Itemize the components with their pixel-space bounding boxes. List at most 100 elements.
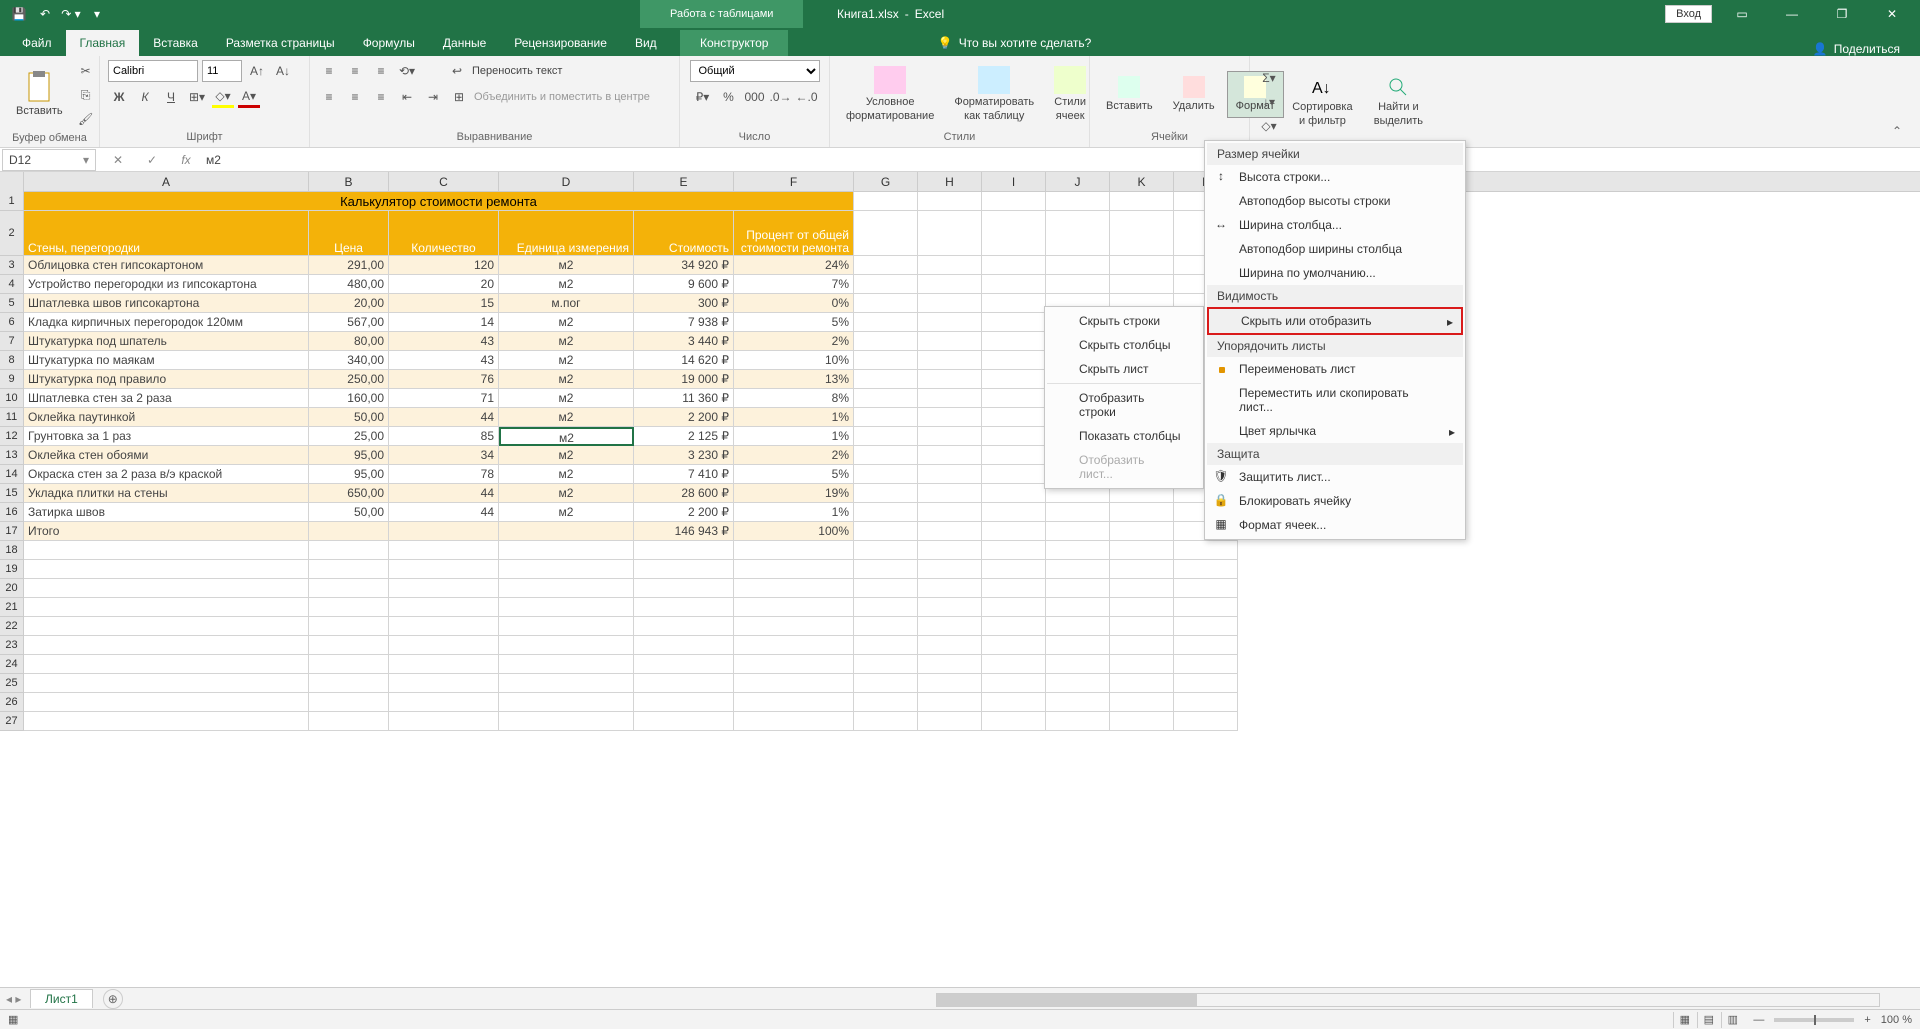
- redo-icon[interactable]: ↷ ▾: [60, 3, 82, 25]
- cell[interactable]: [982, 192, 1046, 211]
- cell[interactable]: [982, 332, 1046, 351]
- cell[interactable]: [918, 332, 982, 351]
- cell[interactable]: [918, 313, 982, 332]
- cell[interactable]: [1110, 579, 1174, 598]
- zoom-slider[interactable]: [1774, 1018, 1854, 1022]
- cell[interactable]: 14 620 ₽: [634, 351, 734, 370]
- cell[interactable]: [854, 541, 918, 560]
- cell[interactable]: 5%: [734, 313, 854, 332]
- cell[interactable]: [918, 503, 982, 522]
- cell[interactable]: [918, 579, 982, 598]
- cell[interactable]: [24, 541, 309, 560]
- cell[interactable]: 78: [389, 465, 499, 484]
- cell[interactable]: [1046, 674, 1110, 693]
- column-header-E[interactable]: Стоимость: [634, 211, 734, 256]
- decrease-indent-icon[interactable]: ⇤: [396, 86, 418, 108]
- ctx-hide-rows[interactable]: Скрыть строки: [1047, 309, 1201, 333]
- enter-icon[interactable]: ✓: [140, 149, 164, 171]
- insert-cells-button[interactable]: Вставить: [1098, 72, 1161, 117]
- row-header[interactable]: 24: [0, 655, 24, 674]
- cell[interactable]: м2: [499, 503, 634, 522]
- cell[interactable]: [1110, 655, 1174, 674]
- cell[interactable]: [734, 617, 854, 636]
- find-select-button[interactable]: Найти и выделить: [1365, 71, 1432, 131]
- collapse-ribbon-icon[interactable]: ⌃: [1892, 124, 1912, 144]
- cell[interactable]: [918, 598, 982, 617]
- cell[interactable]: [24, 712, 309, 731]
- cell[interactable]: 3 230 ₽: [634, 446, 734, 465]
- cell[interactable]: [1174, 712, 1238, 731]
- cell[interactable]: [854, 636, 918, 655]
- cell[interactable]: [24, 674, 309, 693]
- cell[interactable]: Оклейка стен обоями: [24, 446, 309, 465]
- cell[interactable]: [918, 408, 982, 427]
- fill-color-icon[interactable]: ◇▾: [212, 86, 234, 108]
- row-header[interactable]: 17: [0, 522, 24, 541]
- cell[interactable]: 7%: [734, 275, 854, 294]
- cell[interactable]: [24, 693, 309, 712]
- row-header[interactable]: 14: [0, 465, 24, 484]
- cell[interactable]: [982, 503, 1046, 522]
- cell[interactable]: [982, 636, 1046, 655]
- cell[interactable]: [918, 192, 982, 211]
- cell[interactable]: [634, 617, 734, 636]
- menu-autofit-col[interactable]: Автоподбор ширины столбца: [1207, 237, 1463, 261]
- cell[interactable]: [1174, 674, 1238, 693]
- cell[interactable]: м.пог: [499, 294, 634, 313]
- page-break-view-icon[interactable]: ▥: [1721, 1012, 1743, 1028]
- currency-icon[interactable]: ₽▾: [692, 86, 714, 108]
- page-layout-view-icon[interactable]: ▤: [1697, 1012, 1719, 1028]
- cell[interactable]: [982, 389, 1046, 408]
- font-size-select[interactable]: [202, 60, 242, 82]
- cell[interactable]: [1174, 579, 1238, 598]
- row-header[interactable]: 7: [0, 332, 24, 351]
- cell[interactable]: [24, 617, 309, 636]
- cell[interactable]: [634, 579, 734, 598]
- row-header[interactable]: 10: [0, 389, 24, 408]
- cell[interactable]: [854, 192, 918, 211]
- cell[interactable]: 85: [389, 427, 499, 446]
- cell[interactable]: [1110, 598, 1174, 617]
- cell[interactable]: [389, 693, 499, 712]
- cell[interactable]: [634, 655, 734, 674]
- cell[interactable]: [1046, 560, 1110, 579]
- cell[interactable]: 0%: [734, 294, 854, 313]
- orientation-icon[interactable]: ⟲▾: [396, 60, 418, 82]
- cell[interactable]: [1046, 636, 1110, 655]
- cell[interactable]: [982, 674, 1046, 693]
- row-header[interactable]: 11: [0, 408, 24, 427]
- cell[interactable]: 480,00: [309, 275, 389, 294]
- cell[interactable]: [982, 211, 1046, 256]
- cell[interactable]: [982, 465, 1046, 484]
- paste-button[interactable]: Вставить: [8, 67, 71, 122]
- record-macro-icon[interactable]: ▦: [8, 1013, 18, 1026]
- qat-customize-icon[interactable]: ▾: [86, 3, 108, 25]
- cell[interactable]: м2: [499, 332, 634, 351]
- minimize-icon[interactable]: —: [1772, 3, 1812, 25]
- autosum-icon[interactable]: Σ▾: [1258, 67, 1280, 89]
- cell[interactable]: 15: [389, 294, 499, 313]
- cell[interactable]: [918, 693, 982, 712]
- cell[interactable]: [854, 503, 918, 522]
- cell[interactable]: [854, 332, 918, 351]
- ribbon-display-options-icon[interactable]: ▭: [1722, 3, 1762, 25]
- cell[interactable]: [24, 560, 309, 579]
- cell[interactable]: 567,00: [309, 313, 389, 332]
- cell[interactable]: [854, 522, 918, 541]
- cell[interactable]: [499, 693, 634, 712]
- row-header[interactable]: 13: [0, 446, 24, 465]
- increase-indent-icon[interactable]: ⇥: [422, 86, 444, 108]
- cell[interactable]: 120: [389, 256, 499, 275]
- cell[interactable]: 50,00: [309, 503, 389, 522]
- row-header[interactable]: 21: [0, 598, 24, 617]
- increase-decimal-icon[interactable]: .0→: [770, 86, 792, 108]
- cell[interactable]: [982, 541, 1046, 560]
- cell[interactable]: м2: [499, 427, 634, 446]
- clear-icon[interactable]: ◇▾: [1258, 115, 1280, 137]
- chevron-down-icon[interactable]: ▾: [83, 153, 89, 167]
- zoom-out-icon[interactable]: —: [1753, 1014, 1764, 1026]
- tell-me-search[interactable]: 💡 Что вы хотите сделать?: [926, 30, 1104, 56]
- cell[interactable]: [982, 256, 1046, 275]
- row-header[interactable]: 8: [0, 351, 24, 370]
- col-header-C[interactable]: C: [389, 172, 499, 191]
